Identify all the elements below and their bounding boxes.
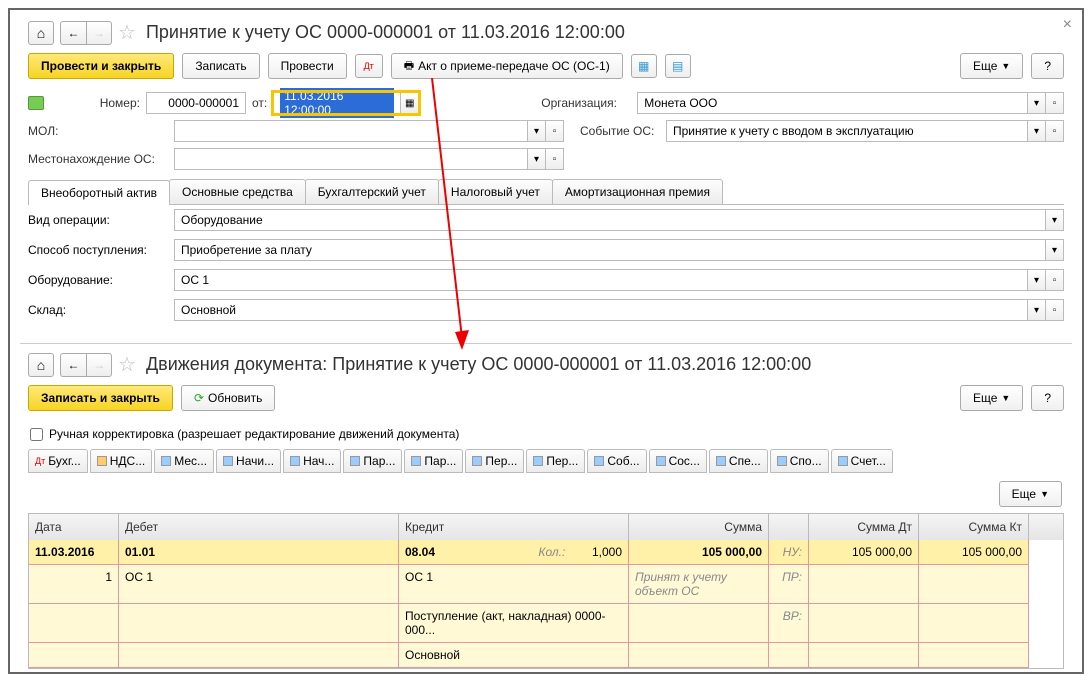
dropdown-icon[interactable]: ▾ (528, 148, 546, 170)
dropdown-icon[interactable]: ▾ (528, 120, 546, 142)
move-tab-0[interactable]: ДтБухг... (28, 449, 88, 473)
method-label: Способ поступления: (28, 243, 168, 257)
date-input[interactable]: 11.03.2016 12:00:00 (273, 92, 401, 114)
col-date[interactable]: Дата (29, 514, 119, 540)
number-label: Номер: (50, 96, 140, 110)
tab-amort[interactable]: Амортизационная премия (552, 179, 723, 204)
move-tab-4[interactable]: Нач... (283, 449, 341, 473)
dropdown-icon[interactable]: ▾ (1046, 239, 1064, 261)
number-input[interactable]: 0000-000001 (146, 92, 246, 114)
movements-title: Движения документа: Принятие к учету ОС … (146, 354, 811, 375)
more-button[interactable]: Еще ▼ (960, 385, 1023, 411)
dropdown-icon[interactable]: ▾ (1046, 209, 1064, 231)
more-button[interactable]: Еще ▼ (960, 53, 1023, 79)
open-icon[interactable]: ▫ (546, 148, 564, 170)
refresh-button[interactable]: ⟳ Обновить (181, 385, 275, 411)
move-tab-9[interactable]: Соб... (587, 449, 646, 473)
mol-input[interactable] (174, 120, 528, 142)
op-label: Вид операции: (28, 213, 168, 227)
close-icon[interactable]: × (1063, 16, 1072, 34)
location-input[interactable] (174, 148, 528, 170)
calendar-icon[interactable]: ▦ (401, 92, 419, 114)
move-tab-10[interactable]: Сос... (649, 449, 707, 473)
open-icon[interactable]: ▫ (1046, 92, 1064, 114)
equip-label: Оборудование: (28, 273, 168, 287)
home-icon (37, 357, 45, 373)
post-close-button[interactable]: Провести и закрыть (28, 53, 174, 79)
home-button[interactable] (28, 353, 54, 377)
move-tab-7[interactable]: Пер... (465, 449, 524, 473)
grid-more-button[interactable]: Еще ▼ (999, 481, 1062, 507)
table-row[interactable]: Поступление (акт, накладная) 0000-000...… (29, 604, 1063, 643)
col-sumdt[interactable]: Сумма Дт (809, 514, 919, 540)
col-credit[interactable]: Кредит (399, 514, 629, 540)
help-button[interactable]: ? (1031, 53, 1064, 79)
stock-input[interactable]: Основной (174, 299, 1028, 321)
op-input[interactable]: Оборудование (174, 209, 1046, 231)
movements-grid: Дата Дебет Кредит Сумма Сумма Дт Сумма К… (28, 513, 1064, 669)
page-title: Принятие к учету ОС 0000-000001 от 11.03… (146, 22, 625, 43)
move-tab-12[interactable]: Спо... (770, 449, 829, 473)
dropdown-icon[interactable]: ▾ (1028, 120, 1046, 142)
help-button[interactable]: ? (1031, 385, 1064, 411)
save-close-button[interactable]: Записать и закрыть (28, 385, 173, 411)
move-tab-11[interactable]: Спе... (709, 449, 768, 473)
back-button[interactable]: ← (60, 353, 86, 377)
open-icon[interactable]: ▫ (546, 120, 564, 142)
method-input[interactable]: Приобретение за плату (174, 239, 1046, 261)
favorite-icon[interactable]: ☆ (118, 20, 136, 45)
col-sum[interactable]: Сумма (629, 514, 769, 540)
home-icon (37, 25, 45, 41)
status-icon (28, 96, 44, 110)
manual-label: Ручная корректировка (разрешает редактир… (49, 427, 459, 441)
org-input[interactable]: Монета ООО (637, 92, 1028, 114)
move-tab-2[interactable]: Мес... (154, 449, 214, 473)
move-tab-8[interactable]: Пер... (526, 449, 585, 473)
list-button[interactable]: ▤ (665, 54, 691, 78)
move-tab-3[interactable]: Начи... (216, 449, 281, 473)
tab-bar: Внеоборотный актив Основные средства Бух… (28, 179, 1064, 205)
mol-label: МОЛ: (28, 124, 168, 138)
move-tab-6[interactable]: Пар... (404, 449, 463, 473)
tab-tax[interactable]: Налоговый учет (438, 179, 553, 204)
manual-checkbox[interactable] (30, 428, 43, 441)
movements-tabs: ДтБухг... НДС... Мес... Начи... Нач... П… (20, 447, 1072, 475)
stock-label: Склад: (28, 303, 168, 317)
from-label: от: (252, 96, 267, 110)
dropdown-icon[interactable]: ▾ (1028, 269, 1046, 291)
home-button[interactable] (28, 21, 54, 45)
forward-button[interactable]: → (86, 21, 112, 45)
move-tab-1[interactable]: НДС... (90, 449, 152, 473)
move-tab-13[interactable]: Счет... (831, 449, 893, 473)
col-sumkt[interactable]: Сумма Кт (919, 514, 1029, 540)
tab-accounting[interactable]: Бухгалтерский учет (305, 179, 439, 204)
location-label: Местонахождение ОС: (28, 152, 168, 166)
tab-asset[interactable]: Внеоборотный актив (28, 180, 170, 205)
equip-input[interactable]: ОС 1 (174, 269, 1028, 291)
attach-button[interactable]: ▦ (631, 54, 657, 78)
open-icon[interactable]: ▫ (1046, 269, 1064, 291)
print-act-button[interactable]: Акт о приеме-передаче ОС (ОС-1) (391, 53, 623, 79)
open-icon[interactable]: ▫ (1046, 299, 1064, 321)
col-debit[interactable]: Дебет (119, 514, 399, 540)
open-icon[interactable]: ▫ (1046, 120, 1064, 142)
favorite-icon[interactable]: ☆ (118, 352, 136, 377)
move-tab-5[interactable]: Пар... (343, 449, 402, 473)
forward-button[interactable]: → (86, 353, 112, 377)
table-row[interactable]: 11.03.2016 01.01 08.04Кол.: 1,000 105 00… (29, 540, 1063, 565)
org-label: Организация: (541, 96, 631, 110)
table-row[interactable]: Основной (29, 643, 1063, 668)
tab-fixed-assets[interactable]: Основные средства (169, 179, 306, 204)
back-button[interactable]: ← (60, 21, 86, 45)
printer-icon (404, 57, 414, 76)
event-label: Событие ОС: (580, 124, 660, 138)
dropdown-icon[interactable]: ▾ (1028, 299, 1046, 321)
table-row[interactable]: 1 ОС 1 ОС 1 Принят к учету объект ОС ПР: (29, 565, 1063, 604)
post-button[interactable]: Провести (268, 53, 347, 79)
dropdown-icon[interactable]: ▾ (1028, 92, 1046, 114)
dt-kt-button[interactable]: Дт (355, 54, 383, 78)
event-input[interactable]: Принятие к учету с вводом в эксплуатацию (666, 120, 1028, 142)
save-button[interactable]: Записать (182, 53, 259, 79)
